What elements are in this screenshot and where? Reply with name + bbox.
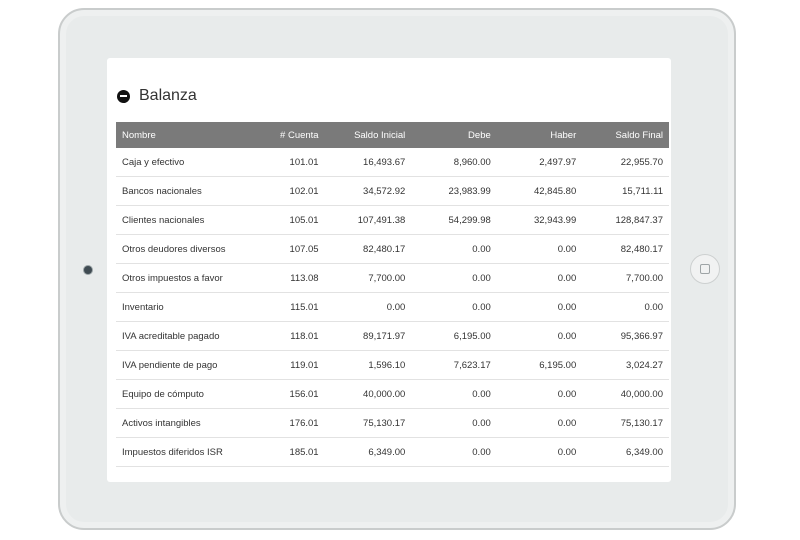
cell-saldo-inicial: 40,000.00	[324, 379, 412, 409]
cell-nombre: Otros impuestos a favor	[116, 263, 260, 293]
cell-saldo-final: 82,480.17	[582, 234, 669, 264]
cell-cuenta: 101.01	[259, 148, 325, 177]
cell-saldo-final: 40,000.00	[582, 379, 669, 409]
table-row: IVA pendiente de pago 119.01 1,596.10 7,…	[116, 350, 669, 380]
cell-cuenta: 118.01	[259, 321, 325, 351]
column-header-debe[interactable]: Debe	[411, 122, 497, 148]
cell-haber: 0.00	[496, 234, 583, 264]
cell-saldo-final: 22,955.70	[582, 148, 669, 177]
table-row: Activos intangibles 176.01 75,130.17 0.0…	[116, 408, 669, 438]
column-header-cuenta[interactable]: # Cuenta	[259, 122, 325, 148]
cell-debe: 23,983.99	[411, 176, 497, 206]
panel-header[interactable]: Balanza	[117, 85, 197, 107]
cell-haber: 0.00	[496, 321, 583, 351]
cell-haber: 0.00	[496, 437, 583, 467]
cell-saldo-inicial: 6,349.00	[324, 437, 412, 467]
cell-haber: 6,195.00	[496, 350, 583, 380]
cell-saldo-final: 3,024.27	[582, 350, 669, 380]
column-header-saldo-inicial[interactable]: Saldo Inicial	[324, 122, 412, 148]
tablet-frame: Balanza Nombre # Cuenta Saldo Inicial De…	[58, 8, 736, 530]
cell-debe: 6,195.00	[411, 321, 497, 351]
cell-haber: 0.00	[496, 292, 583, 322]
cell-debe: 7,623.17	[411, 350, 497, 380]
cell-haber: 2,497.97	[496, 148, 583, 177]
cell-saldo-final: 6,349.00	[582, 437, 669, 467]
table-row: Bancos nacionales 102.01 34,572.92 23,98…	[116, 176, 669, 206]
cell-debe: 54,299.98	[411, 205, 497, 235]
table-row: Otros impuestos a favor 113.08 7,700.00 …	[116, 263, 669, 293]
cell-haber: 32,943.99	[496, 205, 583, 235]
cell-cuenta: 119.01	[259, 350, 325, 380]
cell-nombre: Otros deudores diversos	[116, 234, 260, 264]
cell-saldo-inicial: 0.00	[324, 292, 412, 322]
cell-saldo-final: 15,711.11	[582, 176, 669, 206]
cell-cuenta: 105.01	[259, 205, 325, 235]
table-row: Equipo de cómputo 156.01 40,000.00 0.00 …	[116, 379, 669, 409]
table-header-row: Nombre # Cuenta Saldo Inicial Debe Haber…	[116, 122, 669, 148]
cell-saldo-inicial: 75,130.17	[324, 408, 412, 438]
screen: Balanza Nombre # Cuenta Saldo Inicial De…	[107, 58, 671, 482]
cell-saldo-final: 0.00	[582, 292, 669, 322]
table-row: Inventario 115.01 0.00 0.00 0.00 0.00	[116, 292, 669, 322]
cell-debe: 0.00	[411, 379, 497, 409]
column-header-haber[interactable]: Haber	[496, 122, 583, 148]
cell-haber: 0.00	[496, 379, 583, 409]
cell-saldo-inicial: 89,171.97	[324, 321, 412, 351]
cell-cuenta: 185.01	[259, 437, 325, 467]
cell-saldo-inicial: 34,572.92	[324, 176, 412, 206]
cell-nombre: Impuestos diferidos ISR	[116, 437, 260, 467]
cell-cuenta: 107.05	[259, 234, 325, 264]
cell-cuenta: 102.01	[259, 176, 325, 206]
cell-saldo-final: 75,130.17	[582, 408, 669, 438]
home-button[interactable]	[690, 254, 720, 284]
cell-nombre: Clientes nacionales	[116, 205, 260, 235]
cell-cuenta: 115.01	[259, 292, 325, 322]
table-row: Caja y efectivo 101.01 16,493.67 8,960.0…	[116, 148, 669, 177]
cell-debe: 0.00	[411, 263, 497, 293]
cell-cuenta: 176.01	[259, 408, 325, 438]
cell-nombre: IVA pendiente de pago	[116, 350, 260, 380]
cell-saldo-inicial: 7,700.00	[324, 263, 412, 293]
cell-saldo-final: 128,847.37	[582, 205, 669, 235]
camera-icon	[83, 265, 93, 275]
column-header-nombre[interactable]: Nombre	[116, 122, 260, 148]
table-row: Impuestos diferidos ISR 185.01 6,349.00 …	[116, 437, 669, 467]
cell-debe: 0.00	[411, 408, 497, 438]
cell-saldo-final: 95,366.97	[582, 321, 669, 351]
cell-debe: 0.00	[411, 234, 497, 264]
cell-nombre: Bancos nacionales	[116, 176, 260, 206]
cell-saldo-inicial: 82,480.17	[324, 234, 412, 264]
cell-debe: 0.00	[411, 437, 497, 467]
cell-cuenta: 156.01	[259, 379, 325, 409]
table-row: Clientes nacionales 105.01 107,491.38 54…	[116, 205, 669, 235]
cell-nombre: Caja y efectivo	[116, 148, 260, 177]
cell-nombre: Equipo de cómputo	[116, 379, 260, 409]
table-body: Caja y efectivo 101.01 16,493.67 8,960.0…	[116, 148, 669, 467]
table-row: IVA acreditable pagado 118.01 89,171.97 …	[116, 321, 669, 351]
cell-haber: 0.00	[496, 408, 583, 438]
cell-haber: 0.00	[496, 263, 583, 293]
cell-nombre: Activos intangibles	[116, 408, 260, 438]
balance-table: Nombre # Cuenta Saldo Inicial Debe Haber…	[116, 122, 669, 467]
cell-debe: 0.00	[411, 292, 497, 322]
cell-debe: 8,960.00	[411, 148, 497, 177]
home-square-icon	[700, 264, 710, 274]
cell-saldo-final: 7,700.00	[582, 263, 669, 293]
cell-saldo-inicial: 107,491.38	[324, 205, 412, 235]
cell-saldo-inicial: 16,493.67	[324, 148, 412, 177]
cell-nombre: Inventario	[116, 292, 260, 322]
minus-circle-icon[interactable]	[117, 89, 130, 103]
cell-nombre: IVA acreditable pagado	[116, 321, 260, 351]
cell-haber: 42,845.80	[496, 176, 583, 206]
panel-title: Balanza	[139, 87, 197, 104]
cell-saldo-inicial: 1,596.10	[324, 350, 412, 380]
column-header-saldo-final[interactable]: Saldo Final	[582, 122, 669, 148]
cell-cuenta: 113.08	[259, 263, 325, 293]
table-row: Otros deudores diversos 107.05 82,480.17…	[116, 234, 669, 264]
